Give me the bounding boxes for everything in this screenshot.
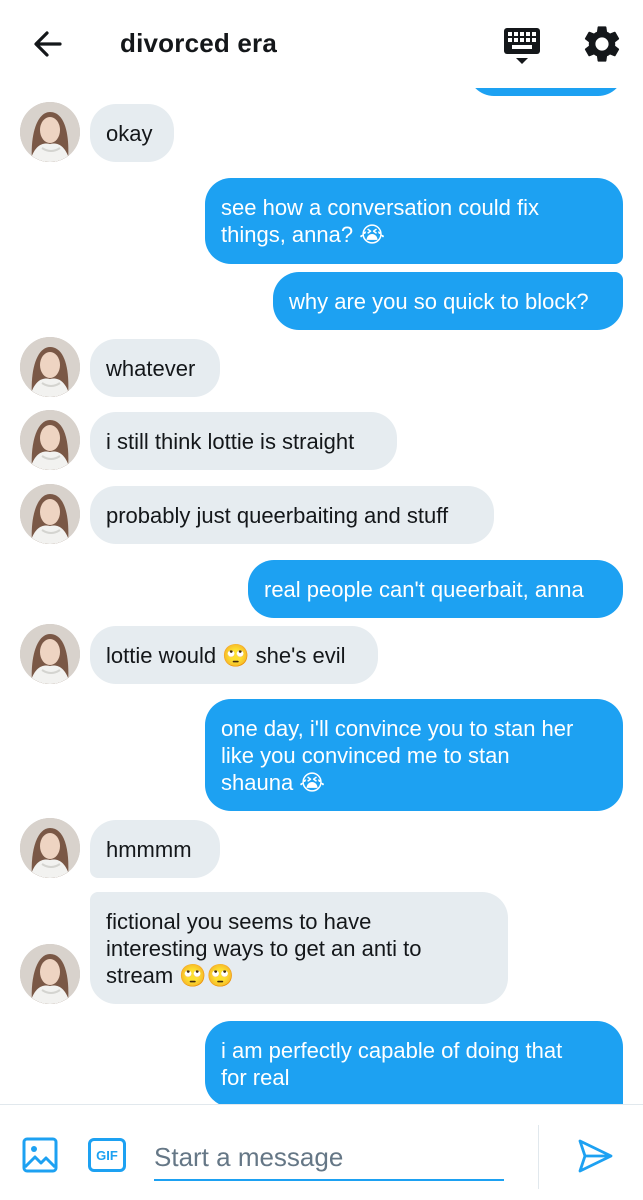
conversation: okay see how a conversation could fix th… [0,0,643,1104]
keyboard-icon[interactable] [500,24,544,68]
message-bubble[interactable]: okay [90,104,174,162]
message-bubble[interactable]: probably just queerbaiting and stuff [90,486,494,544]
gear-icon[interactable] [580,22,624,66]
message-bubble[interactable]: i still think lottie is straight [90,412,397,470]
message-input[interactable] [154,1135,504,1181]
message-bubble[interactable]: see how a conversation could fix things,… [205,178,623,264]
message-bubble[interactable]: i am perfectly capable of doing that for… [205,1021,623,1104]
message-bubble[interactable]: lottie would 🙄 she's evil [90,626,378,684]
avatar[interactable] [20,484,80,544]
message-text: i am perfectly capable of doing that for… [221,1038,563,1090]
avatar[interactable] [20,102,80,162]
back-arrow-icon[interactable] [28,24,68,64]
message-text: hmmmm [106,836,192,862]
avatar[interactable] [20,337,80,397]
message-text: probably just queerbaiting and stuff [106,502,449,528]
image-icon[interactable] [22,1137,58,1173]
message-bubble[interactable]: fictional you seems to have interesting … [90,892,508,1004]
conversation-header: divorced era [0,0,643,88]
message-text: i still think lottie is straight [106,428,355,454]
message-bubble[interactable]: one day, i'll convince you to stan her l… [205,699,623,811]
message-composer: GIF [0,1104,643,1200]
message-text: okay [106,120,153,146]
message-bubble[interactable]: real people can't queerbait, anna [248,560,623,618]
message-text: one day, i'll convince you to stan her l… [221,715,574,795]
message-bubble[interactable]: hmmmm [90,820,220,878]
avatar[interactable] [20,624,80,684]
message-bubble[interactable]: why are you so quick to block? [273,272,623,330]
divider [538,1125,539,1189]
message-text: real people can't queerbait, anna [264,576,584,602]
avatar[interactable] [20,944,80,1004]
avatar[interactable] [20,410,80,470]
message-text: fictional you seems to have interesting … [106,908,422,988]
message-text: why are you so quick to block? [289,288,589,314]
message-text: whatever [106,355,196,381]
message-text: see how a conversation could fix things,… [221,195,539,247]
message-text: lottie would 🙄 she's evil [106,642,346,668]
message-bubble[interactable]: whatever [90,339,220,397]
avatar[interactable] [20,818,80,878]
conversation-title[interactable]: divorced era [120,28,277,59]
gif-icon[interactable]: GIF [88,1138,126,1172]
send-icon[interactable] [576,1137,614,1175]
